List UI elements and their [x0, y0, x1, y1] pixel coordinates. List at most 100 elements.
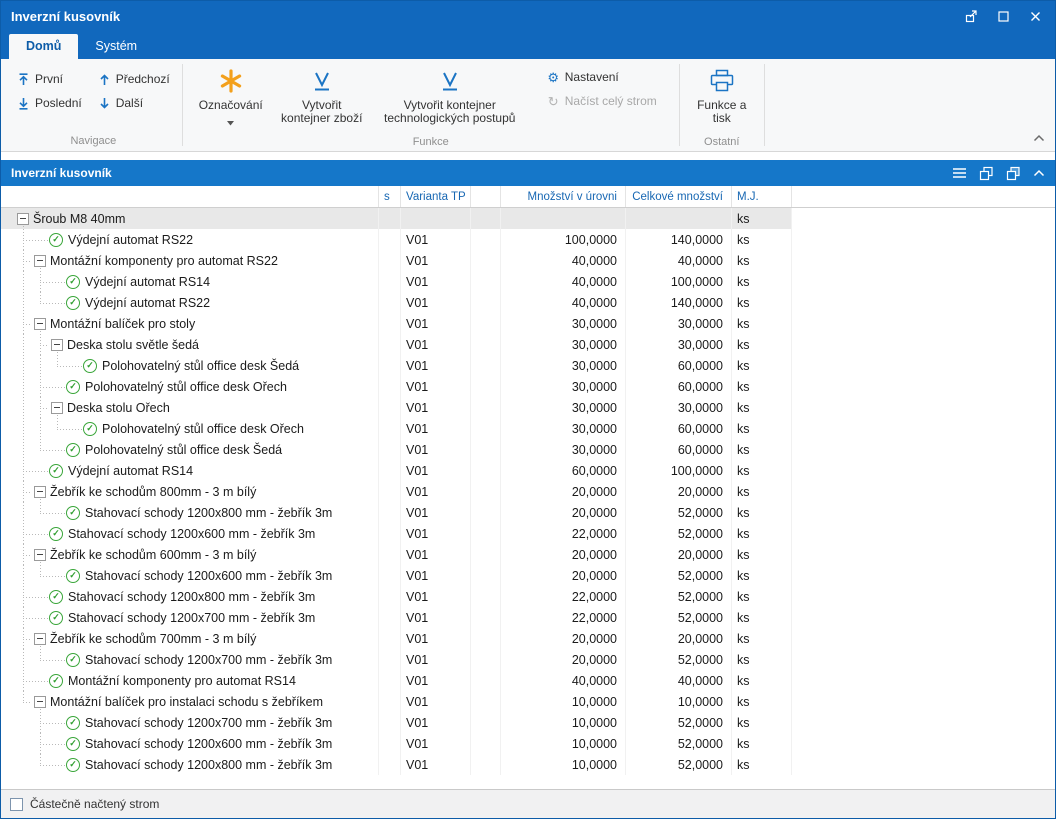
column-header-blank[interactable]	[471, 186, 501, 207]
windows-stack-icon[interactable]	[1006, 166, 1021, 181]
column-header-qty-level[interactable]: Množství v úrovni	[501, 186, 626, 207]
table-row[interactable]: ✓Stahovací schody 1200x600 mm - žebřík 3…	[1, 733, 1055, 754]
cell-varianta-tp: V01	[401, 670, 471, 691]
tree-indent-slot	[66, 418, 83, 439]
tab-domu[interactable]: Domů	[9, 34, 78, 59]
tree-indent-slot	[15, 733, 32, 754]
table-row[interactable]: ✓Polohovatelný stůl office desk ŠedáV013…	[1, 439, 1055, 460]
table-row[interactable]: ✓Stahovací schody 1200x700 mm - žebřík 3…	[1, 712, 1055, 733]
cell-mj: ks	[732, 649, 792, 670]
tab-system[interactable]: Systém	[78, 34, 154, 59]
cell-qty-total: 100,0000	[626, 460, 732, 481]
tree-indent-slot	[32, 691, 49, 712]
table-row[interactable]: ✓Stahovací schody 1200x600 mm - žebřík 3…	[1, 565, 1055, 586]
table-row[interactable]: ✓Výdejní automat RS22V01100,0000140,0000…	[1, 229, 1055, 250]
item-label: Montážní komponenty pro automat RS22	[49, 254, 278, 268]
item-label: Montážní balíček pro stoly	[49, 317, 195, 331]
next-button[interactable]: Další	[92, 92, 176, 114]
cascade-windows-icon[interactable]	[979, 166, 994, 181]
cell-varianta-tp: V01	[401, 691, 471, 712]
cell-tree: Žebřík ke schodům 600mm - 3 m bílý	[1, 544, 379, 565]
maximize-icon[interactable]	[989, 5, 1017, 27]
table-row[interactable]: Montážní komponenty pro automat RS22V014…	[1, 250, 1055, 271]
cell-tree: ✓Stahovací schody 1200x700 mm - žebřík 3…	[1, 649, 379, 670]
cell-filler	[792, 271, 1055, 292]
collapse-panel-icon[interactable]	[1033, 169, 1045, 177]
tree-indent-slot	[15, 607, 32, 628]
collapse-node-icon[interactable]	[34, 486, 46, 498]
column-header-varianta-tp[interactable]: Varianta TP	[401, 186, 471, 207]
tree-indent-slot	[49, 355, 66, 376]
collapse-node-icon[interactable]	[34, 255, 46, 267]
item-label: Polohovatelný stůl office desk Šedá	[84, 443, 282, 457]
load-full-tree-button: ↻ Načíst celý strom	[541, 92, 663, 110]
settings-button[interactable]: ⚙ Nastavení	[541, 68, 625, 86]
table-row[interactable]: Montážní balíček pro instalaci schodu s …	[1, 691, 1055, 712]
oznacovani-button[interactable]: Označování	[192, 64, 270, 136]
last-button[interactable]: Poslední	[11, 92, 88, 114]
tree-indent-slot	[15, 334, 32, 355]
collapse-node-icon[interactable]	[51, 339, 63, 351]
table-row[interactable]: ✓Stahovací schody 1200x700 mm - žebřík 3…	[1, 607, 1055, 628]
cell-blank	[471, 691, 501, 712]
collapse-node-icon[interactable]	[34, 633, 46, 645]
partial-tree-checkbox[interactable]	[10, 798, 23, 811]
group-label-navigace: Navigace	[5, 135, 182, 151]
table-row[interactable]: ✓Montážní komponenty pro automat RS14V01…	[1, 670, 1055, 691]
column-header-s[interactable]: s	[379, 186, 401, 207]
column-header-filler	[792, 186, 1055, 207]
cell-s	[379, 649, 401, 670]
collapse-ribbon-icon[interactable]	[1033, 129, 1045, 147]
cell-filler	[792, 481, 1055, 502]
table-row[interactable]: Deska stolu světle šedáV0130,000030,0000…	[1, 334, 1055, 355]
column-header-mj[interactable]: M.J.	[732, 186, 792, 207]
table-row[interactable]: Žebřík ke schodům 700mm - 3 m bílýV0120,…	[1, 628, 1055, 649]
collapse-node-icon[interactable]	[34, 696, 46, 708]
cell-qty-total: 60,0000	[626, 376, 732, 397]
cell-s	[379, 733, 401, 754]
table-row[interactable]: Žebřík ke schodům 800mm - 3 m bílýV0120,…	[1, 481, 1055, 502]
titlebar: Inverzní kusovník	[1, 1, 1055, 31]
table-row[interactable]: ✓Polohovatelný stůl office desk ŠedáV013…	[1, 355, 1055, 376]
cell-s	[379, 502, 401, 523]
cell-qty-total: 100,0000	[626, 271, 732, 292]
table-row[interactable]: ✓Stahovací schody 1200x800 mm - žebřík 3…	[1, 502, 1055, 523]
table-row[interactable]: Deska stolu OřechV0130,000030,0000ks	[1, 397, 1055, 418]
cell-tree: ✓Polohovatelný stůl office desk Ořech	[1, 376, 379, 397]
popout-icon[interactable]	[957, 5, 985, 27]
table-row[interactable]: ✓Výdejní automat RS14V0140,0000100,0000k…	[1, 271, 1055, 292]
table-row[interactable]: ✓Stahovací schody 1200x600 mm - žebřík 3…	[1, 523, 1055, 544]
table-row[interactable]: ✓Polohovatelný stůl office desk OřechV01…	[1, 376, 1055, 397]
table-row[interactable]: ✓Výdejní automat RS14V0160,0000100,0000k…	[1, 460, 1055, 481]
first-button[interactable]: První	[11, 68, 88, 90]
collapse-node-icon[interactable]	[51, 402, 63, 414]
close-icon[interactable]	[1021, 5, 1049, 27]
cell-blank	[471, 733, 501, 754]
create-goods-container-button[interactable]: Vytvořit kontejner zboží	[276, 64, 368, 136]
create-tech-container-button[interactable]: Vytvořit kontejner technologických postu…	[374, 64, 526, 136]
table-row[interactable]: ✓Stahovací schody 1200x700 mm - žebřík 3…	[1, 649, 1055, 670]
collapse-node-icon[interactable]	[17, 213, 29, 225]
cell-filler	[792, 418, 1055, 439]
grid-body: Šroub M8 40mmks✓Výdejní automat RS22V011…	[1, 208, 1055, 789]
column-header-qty-total[interactable]: Celkové množství	[626, 186, 732, 207]
table-row[interactable]: ✓Stahovací schody 1200x800 mm - žebřík 3…	[1, 586, 1055, 607]
cell-filler	[792, 649, 1055, 670]
cell-mj: ks	[732, 250, 792, 271]
collapse-node-icon[interactable]	[34, 318, 46, 330]
collapse-node-icon[interactable]	[34, 549, 46, 561]
table-row[interactable]: Montážní balíček pro stolyV0130,000030,0…	[1, 313, 1055, 334]
previous-button[interactable]: Předchozí	[92, 68, 176, 90]
table-row[interactable]: ✓Výdejní automat RS22V0140,0000140,0000k…	[1, 292, 1055, 313]
table-row[interactable]: Šroub M8 40mmks	[1, 208, 1055, 229]
table-row[interactable]: Žebřík ke schodům 600mm - 3 m bílýV0120,…	[1, 544, 1055, 565]
table-row[interactable]: ✓Stahovací schody 1200x800 mm - žebřík 3…	[1, 754, 1055, 775]
column-header-tree[interactable]	[1, 186, 379, 207]
functions-print-button[interactable]: Funkce a tisk	[689, 64, 755, 136]
cell-tree: ✓Výdejní automat RS14	[1, 460, 379, 481]
cell-qty-level: 20,0000	[501, 649, 626, 670]
cell-qty-total: 140,0000	[626, 292, 732, 313]
table-row[interactable]: ✓Polohovatelný stůl office desk OřechV01…	[1, 418, 1055, 439]
menu-icon[interactable]	[952, 167, 967, 179]
tree-indent-slot	[32, 334, 49, 355]
